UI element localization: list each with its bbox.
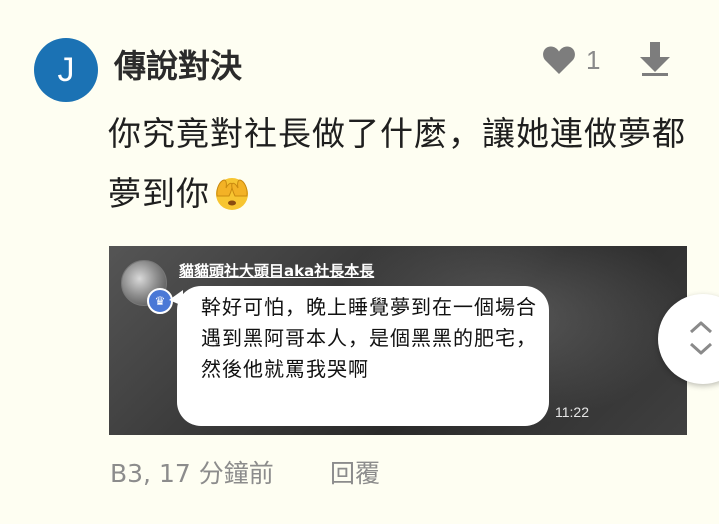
screenshot-attachment[interactable]: ♛ 貓貓頭社大頭目aka社長本長 幹好可怕，晚上睡覺夢到在一個場合遇到黑阿哥本人… bbox=[109, 246, 687, 435]
comment-text: 你究竟對社長做了什麼，讓她連做夢都夢到你 bbox=[108, 114, 686, 213]
like-button[interactable]: 1 bbox=[542, 40, 600, 80]
avatar-initial: J bbox=[57, 50, 75, 89]
message-text: 幹好可怕，晚上睡覺夢到在一個場合遇到黑阿哥本人，是個黑黑的肥宅，然後他就罵我哭啊 bbox=[201, 295, 537, 381]
reply-button[interactable]: 回覆 bbox=[330, 454, 380, 494]
like-count: 1 bbox=[586, 44, 601, 75]
up-down-chevron-icon bbox=[689, 321, 713, 355]
downvote-arrow-icon[interactable] bbox=[638, 40, 672, 76]
heart-icon bbox=[543, 46, 575, 74]
comment-body: 你究竟對社長做了什麼，讓她連做夢都夢到你 bbox=[108, 104, 708, 224]
comment-meta: B3, 17 分鐘前 bbox=[110, 459, 274, 488]
see-no-evil-face-icon bbox=[216, 178, 248, 210]
comment-page: J 傳說對決 1 你究竟對社長做了什麼，讓她連做夢都夢到你 ♛ 貓貓頭社大頭目a… bbox=[0, 0, 719, 524]
author-name[interactable]: 傳說對決 bbox=[114, 42, 242, 90]
sender-name: 貓貓頭社大頭目aka社長本長 bbox=[179, 262, 375, 280]
author-avatar[interactable]: J bbox=[34, 38, 98, 102]
message-time: 11:22 bbox=[555, 404, 589, 420]
